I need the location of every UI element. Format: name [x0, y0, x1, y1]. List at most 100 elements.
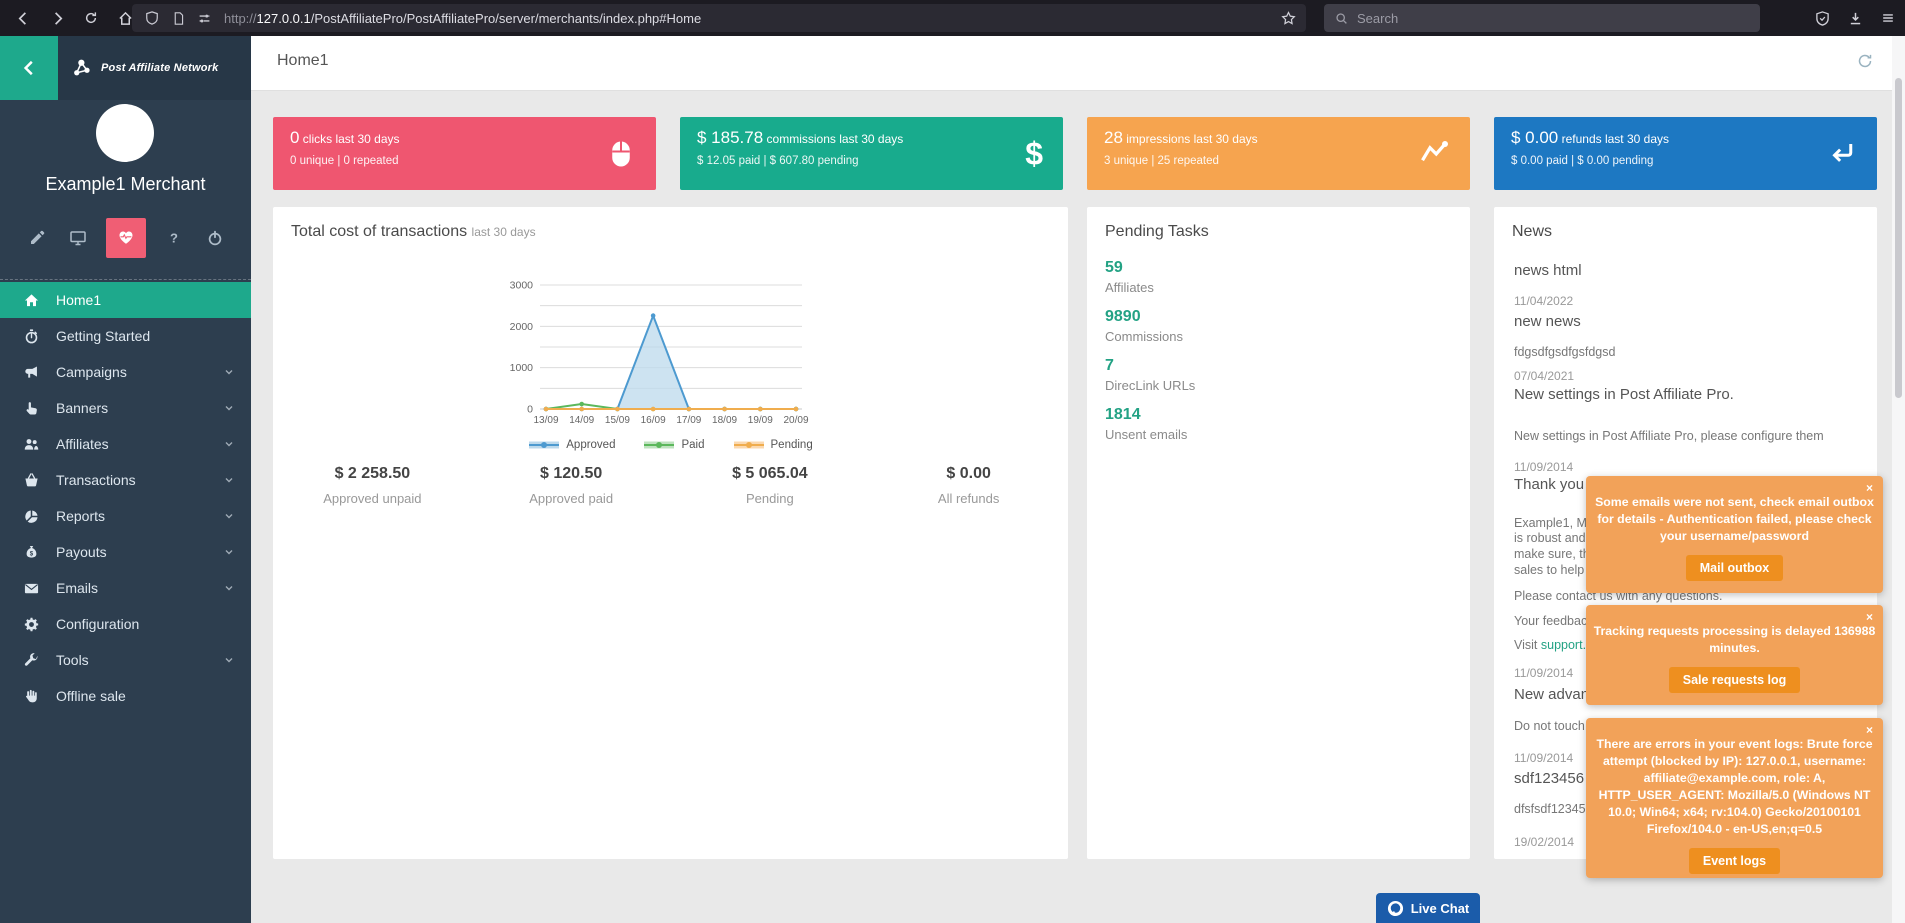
- chart-stats-row: $ 2 258.50Approved unpaid$ 120.50Approve…: [273, 465, 1068, 506]
- power-button[interactable]: [202, 225, 228, 251]
- sidebar-item-payouts[interactable]: $Payouts: [0, 534, 251, 570]
- refresh-icon[interactable]: [1857, 53, 1873, 69]
- svg-text:14/09: 14/09: [569, 415, 594, 426]
- pending-tasks-panel: Pending Tasks 59Affiliates9890Commission…: [1087, 207, 1470, 859]
- question-icon: ?: [166, 230, 182, 246]
- svg-text:3000: 3000: [510, 280, 534, 292]
- sidebar-item-label: Emails: [56, 580, 98, 596]
- chevron-down-icon: [223, 654, 235, 666]
- close-icon[interactable]: ×: [1866, 481, 1873, 495]
- legend-item-approved[interactable]: Approved: [528, 439, 615, 451]
- shield-icon[interactable]: [145, 11, 159, 25]
- news-title: news html: [1514, 262, 1877, 279]
- task-label: DirecLink URLs: [1105, 378, 1195, 393]
- stat-card-headline: $ 0.00 refunds last 30 days: [1511, 128, 1669, 148]
- url-bar[interactable]: http://127.0.0.1/PostAffiliatePro/PostAf…: [132, 4, 1306, 32]
- mail-outbox-button[interactable]: Mail outbox: [1686, 555, 1783, 581]
- permissions-icon[interactable]: [198, 12, 211, 25]
- network-logo-icon: [72, 58, 92, 78]
- task-label: Affiliates: [1105, 280, 1195, 295]
- sidebar-item-label: Tools: [56, 652, 89, 668]
- stat-card: 28 impressions last 30 days3 unique | 25…: [1087, 117, 1470, 190]
- chevron-left-icon: [20, 59, 38, 77]
- magnifier-icon: [1335, 12, 1348, 25]
- wrench-icon: [24, 653, 39, 668]
- task-count[interactable]: 9890: [1105, 308, 1195, 326]
- search-placeholder: Search: [1357, 11, 1398, 26]
- reload-icon: [84, 11, 98, 25]
- quick-actions: ?: [0, 218, 251, 258]
- sidebar-item-banners[interactable]: Banners: [0, 390, 251, 426]
- pencil-button[interactable]: [24, 225, 50, 251]
- arrow-left-icon: [16, 11, 31, 26]
- brand-label: Post Affiliate Network: [101, 62, 218, 74]
- stat-card: $ 0.00 refunds last 30 days$ 0.00 paid |…: [1494, 117, 1877, 190]
- avatar: [96, 104, 154, 162]
- sidebar-item-affiliates[interactable]: Affiliates: [0, 426, 251, 462]
- sidebar-item-label: Configuration: [56, 616, 139, 632]
- chart-legend: Approved Paid Pending: [273, 439, 1068, 451]
- chevron-down-icon: [223, 582, 235, 594]
- page-info-icon[interactable]: [172, 12, 185, 25]
- sidebar-item-getting-started[interactable]: Getting Started: [0, 318, 251, 354]
- pie-chart-icon: [24, 509, 39, 524]
- megaphone-icon: [24, 365, 39, 380]
- sidebar-item-campaigns[interactable]: Campaigns: [0, 354, 251, 390]
- scrollbar-thumb[interactable]: [1895, 78, 1902, 398]
- legend-item-paid[interactable]: Paid: [643, 439, 704, 451]
- bookmark-star-icon[interactable]: [1281, 11, 1296, 26]
- legend-item-pending[interactable]: Pending: [733, 439, 813, 451]
- task-count[interactable]: 1814: [1105, 406, 1195, 424]
- menu-hamburger-icon[interactable]: [1881, 11, 1895, 25]
- close-icon[interactable]: ×: [1866, 723, 1873, 737]
- news-body: fdgsdfgsdfgsfdgsd: [1514, 345, 1877, 359]
- sidebar-divider: [0, 279, 251, 280]
- chart-stat-value: $ 2 258.50: [273, 465, 472, 483]
- chevron-down-icon: [223, 474, 235, 486]
- svg-text:1000: 1000: [510, 362, 534, 374]
- task-count[interactable]: 59: [1105, 259, 1195, 277]
- heartbeat-button[interactable]: [106, 218, 146, 258]
- users-icon: [24, 437, 39, 452]
- sidebar-item-label: Offline sale: [56, 688, 126, 704]
- forward-icon[interactable]: [40, 4, 74, 32]
- sidebar-item-tools[interactable]: Tools: [0, 642, 251, 678]
- task-label: Commissions: [1105, 329, 1195, 344]
- hand-pointer-icon: [24, 401, 39, 416]
- svg-text:17/09: 17/09: [676, 415, 701, 426]
- download-icon[interactable]: [1848, 11, 1863, 26]
- news-title: News: [1512, 223, 1552, 241]
- task-count[interactable]: 7: [1105, 357, 1195, 375]
- monitor-button[interactable]: [65, 225, 91, 251]
- reload-icon[interactable]: [74, 4, 108, 32]
- star-icon: [1281, 11, 1296, 26]
- sidebar-item-label: Affiliates: [56, 436, 109, 452]
- collapse-sidebar-button[interactable]: [0, 36, 58, 100]
- sidebar-menu: Home1Getting StartedCampaignsBanners Affi…: [0, 282, 251, 714]
- event-logs-button[interactable]: Event logs: [1689, 848, 1780, 874]
- sidebar-item-offline-sale[interactable]: Offline sale: [0, 678, 251, 714]
- svg-text:15/09: 15/09: [605, 415, 630, 426]
- gear-icon: [24, 617, 39, 632]
- close-icon[interactable]: ×: [1866, 610, 1873, 624]
- back-icon[interactable]: [6, 4, 40, 32]
- chart-stat: $ 120.50Approved paid: [472, 465, 671, 506]
- svg-text:?: ?: [170, 231, 178, 246]
- sidebar-item-emails[interactable]: Emails: [0, 570, 251, 606]
- sidebar-item-reports[interactable]: Reports: [0, 498, 251, 534]
- live-chat-label: Live Chat: [1411, 901, 1470, 916]
- sidebar-item-configuration[interactable]: Configuration: [0, 606, 251, 642]
- popup-message: Tracking requests processing is delayed …: [1586, 623, 1883, 657]
- stat-card-subtext: 0 unique | 0 repeated: [290, 155, 399, 167]
- chevron-down-icon: [223, 546, 235, 558]
- sidebar-item-transactions[interactable]: Transactions: [0, 462, 251, 498]
- news-title: New settings in Post Affiliate Pro.: [1514, 386, 1877, 403]
- sidebar-item-home1[interactable]: Home1: [0, 282, 251, 318]
- question-button[interactable]: ?: [161, 225, 187, 251]
- svg-text:13/09: 13/09: [533, 415, 558, 426]
- live-chat-button[interactable]: Live Chat: [1376, 893, 1480, 923]
- browser-search-input[interactable]: Search: [1324, 4, 1760, 32]
- protection-shield-icon[interactable]: [1815, 11, 1830, 26]
- chevron-left-icon: [20, 59, 38, 77]
- sale-requests-log-button[interactable]: Sale requests log: [1669, 667, 1801, 693]
